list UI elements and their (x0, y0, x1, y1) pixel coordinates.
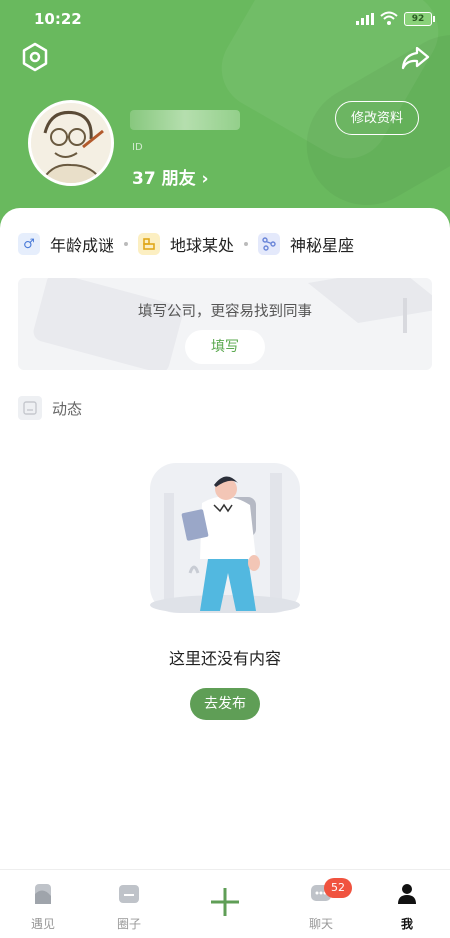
empty-state-text: 这里还没有内容 (168, 649, 281, 668)
tab-encounter[interactable]: 遇见 (8, 882, 78, 932)
settings-icon[interactable] (20, 42, 50, 72)
location-icon (138, 233, 161, 255)
tab-label: 聊天 (308, 917, 333, 931)
tag-constellation[interactable]: 神秘星座 (290, 232, 354, 256)
tab-create[interactable] (190, 886, 260, 927)
tab-circle[interactable]: 圈子 (94, 882, 164, 932)
friends-link[interactable]: 37 朋友 › (132, 164, 209, 189)
nickname-obscured (130, 110, 240, 130)
friends-count: 37 (132, 169, 156, 189)
profile-tags: ♂ 年龄成谜 地球某处 神秘星座 (18, 232, 354, 256)
tab-label: 遇见 (30, 917, 55, 931)
encounter-icon (35, 884, 51, 904)
battery-indicator: 92 (404, 12, 435, 26)
share-icon[interactable] (400, 44, 430, 72)
feed-section-header: 动态 (18, 396, 82, 420)
avatar[interactable] (28, 100, 114, 186)
constellation-icon (258, 233, 281, 255)
user-id: ID (132, 142, 143, 153)
circle-icon (119, 885, 139, 903)
avatar-illustration (31, 103, 111, 183)
company-prompt: 填写公司，更容易找到同事 (138, 304, 312, 320)
tab-me[interactable]: 我 (372, 882, 442, 932)
fill-company-button[interactable]: 填写 (185, 330, 265, 364)
tag-separator (124, 242, 129, 246)
plus-icon (211, 888, 239, 916)
post-button[interactable]: 去发布 (190, 688, 260, 720)
empty-state-illustration (150, 463, 300, 613)
tab-chat[interactable]: 52 聊天 (286, 878, 356, 932)
unread-badge: 52 (324, 878, 352, 898)
me-icon (398, 884, 416, 904)
male-icon: ♂ (18, 233, 40, 255)
status-time: 10:22 (34, 10, 82, 28)
tag-age[interactable]: 年龄成谜 (50, 232, 114, 256)
bottom-tab-bar: 遇见 圈子 52 聊天 我 (0, 869, 450, 938)
tab-label: 圈子 (116, 917, 141, 931)
tag-location[interactable]: 地球某处 (170, 232, 234, 256)
tab-label: 我 (400, 917, 413, 931)
company-banner: 填写公司，更容易找到同事 填写 (18, 278, 432, 370)
edit-profile-button[interactable]: 修改资料 (335, 101, 419, 135)
tag-separator (244, 242, 249, 246)
feed-icon (18, 396, 42, 420)
signal-icon (356, 13, 374, 25)
feed-title: 动态 (52, 399, 83, 418)
status-bar: 10:22 92 (0, 0, 450, 38)
chevron-right-icon: › (201, 169, 209, 189)
wifi-icon (380, 11, 398, 25)
friends-label: 朋友 (161, 169, 196, 189)
